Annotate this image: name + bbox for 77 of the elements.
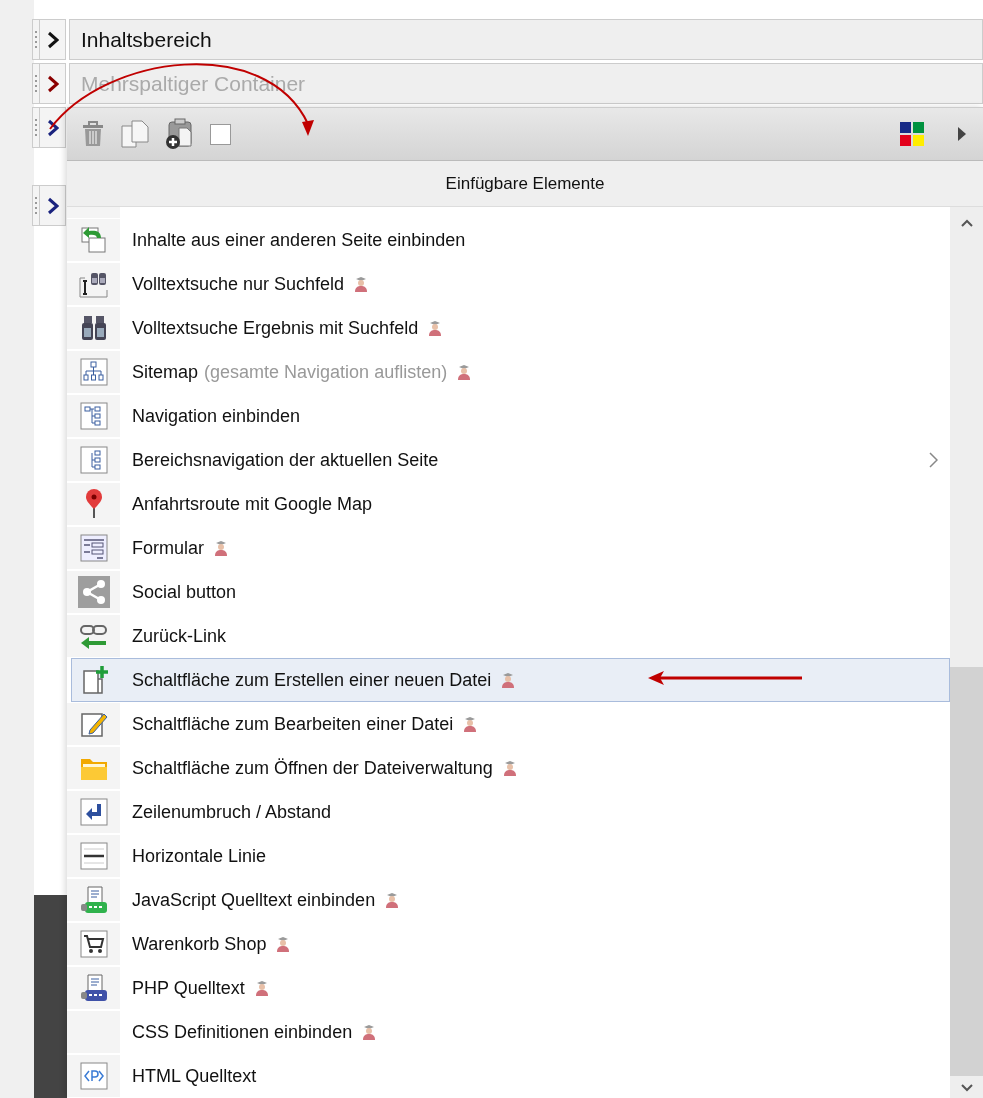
menu-item[interactable]: Horizontale Linie: [67, 834, 950, 878]
checkbox[interactable]: [210, 123, 231, 145]
item-label: Volltextsuche nur Suchfeld: [132, 273, 345, 295]
pages-icon: [80, 226, 107, 254]
item-label: JavaScript Quelltext einbinden: [132, 889, 376, 911]
menu-item[interactable]: Anfahrtsroute mit Google Map: [67, 482, 950, 526]
binoculars-icon: [80, 314, 107, 342]
share-icon: [77, 576, 110, 608]
return-icon: [79, 798, 108, 826]
menu-item[interactable]: Zeilenumbruch / Abstand: [67, 790, 950, 834]
menu-item[interactable]: Schaltfläche zum Öffnen der Dateiverwaltung: [67, 746, 950, 790]
menu-item[interactable]: Warenkorb Shop: [67, 922, 950, 966]
item-label: Formular: [132, 537, 204, 559]
item-label: HTML Quelltext: [132, 1065, 257, 1087]
menu-item[interactable]: Zurück-Link: [67, 614, 950, 658]
expand-button[interactable]: [40, 63, 66, 104]
item-label: Anfahrtsroute mit Google Map: [132, 493, 373, 515]
item-label: Volltextsuche Ergebnis mit Suchfeld: [132, 317, 419, 339]
item-note: (gesamte Navigation auflisten): [204, 361, 448, 383]
sitemap-icon: [79, 358, 108, 386]
item-label: Schaltfläche zum Bearbeiten einer Datei: [132, 713, 454, 735]
menu-item[interactable]: Navigation einbinden: [67, 394, 950, 438]
form-icon: [79, 534, 108, 562]
drag-handle[interactable]: [32, 107, 40, 148]
item-label: Warenkorb Shop: [132, 933, 267, 955]
container-name: Inhaltsbereich: [81, 27, 212, 52]
script-icon: [79, 973, 108, 1003]
scrollbar[interactable]: [950, 207, 983, 1098]
item-label: Social button: [132, 581, 237, 603]
scroll-thumb[interactable]: [950, 667, 983, 1076]
cart-icon: [79, 930, 108, 958]
trash-icon[interactable]: [81, 121, 105, 147]
item-label: Inhalte aus einer anderen Seite einbinden: [132, 229, 466, 251]
drag-handle[interactable]: [32, 185, 40, 226]
item-label: Horizontale Linie: [132, 845, 267, 867]
menu-item[interactable]: Volltextsuche nur Suchfeld: [67, 262, 950, 306]
drag-handle[interactable]: [32, 63, 40, 104]
script-icon: [79, 885, 108, 915]
menu-item[interactable]: Bereichsnavigation der aktuellen Seite: [67, 438, 950, 482]
code-icon: [79, 1062, 108, 1090]
menu-item[interactable]: Sitemap (gesamte Navigation auflisten): [67, 350, 950, 394]
new-file-icon: [82, 665, 110, 695]
edit-file-icon: [79, 710, 108, 738]
color-grid-icon[interactable]: [900, 122, 924, 146]
menu-item[interactable]: Formular: [67, 526, 950, 570]
item-label: CSS Definitionen einbinden: [132, 1021, 353, 1043]
item-label: Schaltfläche zum Erstellen einer neuen Datei: [132, 669, 492, 691]
scroll-down-icon[interactable]: [961, 1084, 973, 1092]
menu-item[interactable]: Social button: [67, 570, 950, 614]
scroll-up-icon[interactable]: [961, 219, 973, 227]
menu-item[interactable]: Schaltfläche zum Bearbeiten einer Datei: [67, 702, 950, 746]
tree-icon: [79, 402, 108, 430]
menu-item[interactable]: HTML Quelltext: [67, 1054, 950, 1098]
expand-button[interactable]: [40, 107, 66, 148]
panel-title: Einfügbare Elemente: [445, 173, 605, 194]
menu-item[interactable]: PHP Quelltext: [67, 966, 950, 1010]
item-label: Sitemap: [132, 361, 199, 383]
menu-item[interactable]: Schaltfläche zum Erstellen einer neuen Datei: [71, 658, 950, 702]
expand-button[interactable]: [40, 19, 66, 60]
paste-icon[interactable]: [165, 118, 195, 150]
play-icon[interactable]: [957, 126, 967, 142]
menu-item[interactable]: CSS Definitionen einbinden: [67, 1010, 950, 1054]
item-label: Schaltfläche zum Öffnen der Dateiverwaltung: [132, 757, 493, 779]
item-label: Navigation einbinden: [132, 405, 301, 427]
item-label: Zurück-Link: [132, 625, 227, 647]
map-pin-icon: [84, 489, 103, 519]
search-field-icon: [78, 270, 109, 298]
tree-icon: [79, 446, 108, 474]
menu-item[interactable]: JavaScript Quelltext einbinden: [67, 878, 950, 922]
menu-item[interactable]: Volltextsuche Ergebnis mit Suchfeld: [67, 306, 950, 350]
item-label: Bereichsnavigation der aktuellen Seite: [132, 449, 439, 471]
expand-button[interactable]: [40, 185, 66, 226]
item-label: Zeilenumbruch / Abstand: [132, 801, 332, 823]
chain-icon: [78, 622, 109, 650]
menu-item[interactable]: Inhalte aus einer anderen Seite einbinden: [67, 218, 950, 262]
item-label: PHP Quelltext: [132, 977, 245, 999]
drag-handle[interactable]: [32, 19, 40, 60]
